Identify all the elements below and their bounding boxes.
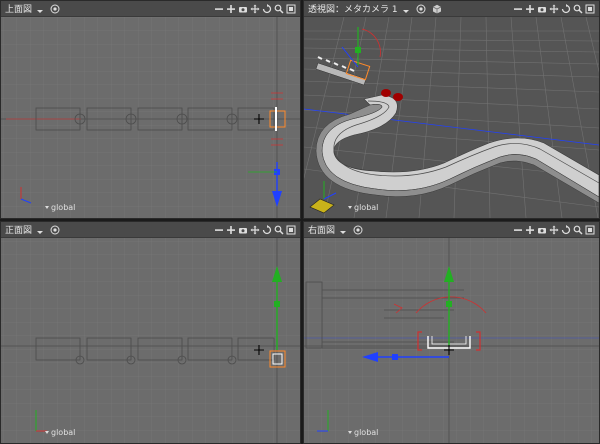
top-view-canvas[interactable] <box>1 17 300 218</box>
magnify-icon[interactable] <box>273 224 284 236</box>
view-menu-dropdown[interactable] <box>35 225 45 235</box>
viewport-title: 正面図 <box>5 226 33 236</box>
view-menu-dropdown[interactable] <box>338 225 348 235</box>
zoom-out-icon[interactable] <box>512 224 523 236</box>
top-view-header: 上面図 <box>1 1 300 17</box>
display-mode-icon[interactable] <box>415 3 427 15</box>
right-view-viewport[interactable]: 右面図 global <box>303 221 600 444</box>
shading-cube-icon[interactable] <box>431 3 443 15</box>
zoom-in-icon[interactable] <box>524 224 535 236</box>
magnify-icon[interactable] <box>572 3 583 15</box>
move-view-icon[interactable] <box>249 3 260 15</box>
chevron-down-icon <box>348 431 352 434</box>
magnify-icon[interactable] <box>572 224 583 236</box>
camera-icon[interactable] <box>237 224 248 236</box>
camera-icon[interactable] <box>536 3 547 15</box>
display-mode-icon[interactable] <box>49 3 61 15</box>
coordinate-space-label: global <box>51 428 76 437</box>
perspective-view-header: 透視図：メタカメラ 1 <box>304 1 599 17</box>
camera-icon[interactable] <box>237 3 248 15</box>
top-view-viewport[interactable]: 上面図 global <box>0 0 301 219</box>
fit-view-icon[interactable] <box>584 3 595 15</box>
coordinate-space-toggle[interactable]: global <box>348 428 378 437</box>
zoom-out-icon[interactable] <box>512 3 523 15</box>
chevron-down-icon <box>45 431 49 434</box>
viewport-title: 透視図：メタカメラ 1 <box>308 5 398 15</box>
front-view-header: 正面図 <box>1 222 300 238</box>
move-view-icon[interactable] <box>548 3 559 15</box>
display-mode-icon[interactable] <box>352 224 364 236</box>
front-view-canvas[interactable] <box>1 238 300 443</box>
front-view-viewport[interactable]: 正面図 global <box>0 221 301 444</box>
magnify-icon[interactable] <box>273 3 284 15</box>
coordinate-space-label: global <box>51 203 76 212</box>
coordinate-space-toggle[interactable]: global <box>45 428 75 437</box>
right-view-header: 右面図 <box>304 222 599 238</box>
zoom-in-icon[interactable] <box>225 224 236 236</box>
camera-icon[interactable] <box>536 224 547 236</box>
view-menu-dropdown[interactable] <box>401 4 411 14</box>
right-view-canvas[interactable] <box>304 238 599 443</box>
rotate-view-icon[interactable] <box>261 224 272 236</box>
zoom-out-icon[interactable] <box>213 3 224 15</box>
chevron-down-icon <box>45 206 49 209</box>
viewport-title: 上面図 <box>5 5 33 15</box>
rotate-view-icon[interactable] <box>560 3 571 15</box>
perspective-view-viewport[interactable]: 透視図：メタカメラ 1 global <box>303 0 600 219</box>
move-view-icon[interactable] <box>548 224 559 236</box>
chevron-down-icon <box>348 206 352 209</box>
coordinate-space-label: global <box>354 428 379 437</box>
zoom-out-icon[interactable] <box>213 224 224 236</box>
zoom-in-icon[interactable] <box>225 3 236 15</box>
rotate-view-icon[interactable] <box>560 224 571 236</box>
fit-view-icon[interactable] <box>584 224 595 236</box>
coordinate-space-toggle[interactable]: global <box>348 203 378 212</box>
fit-view-icon[interactable] <box>285 3 296 15</box>
view-menu-dropdown[interactable] <box>35 4 45 14</box>
move-view-icon[interactable] <box>249 224 260 236</box>
zoom-in-icon[interactable] <box>524 3 535 15</box>
coordinate-space-label: global <box>354 203 379 212</box>
display-mode-icon[interactable] <box>49 224 61 236</box>
perspective-view-canvas[interactable] <box>304 17 599 218</box>
rotate-view-icon[interactable] <box>261 3 272 15</box>
viewport-title: 右面図 <box>308 226 336 236</box>
coordinate-space-toggle[interactable]: global <box>45 203 75 212</box>
fit-view-icon[interactable] <box>285 224 296 236</box>
